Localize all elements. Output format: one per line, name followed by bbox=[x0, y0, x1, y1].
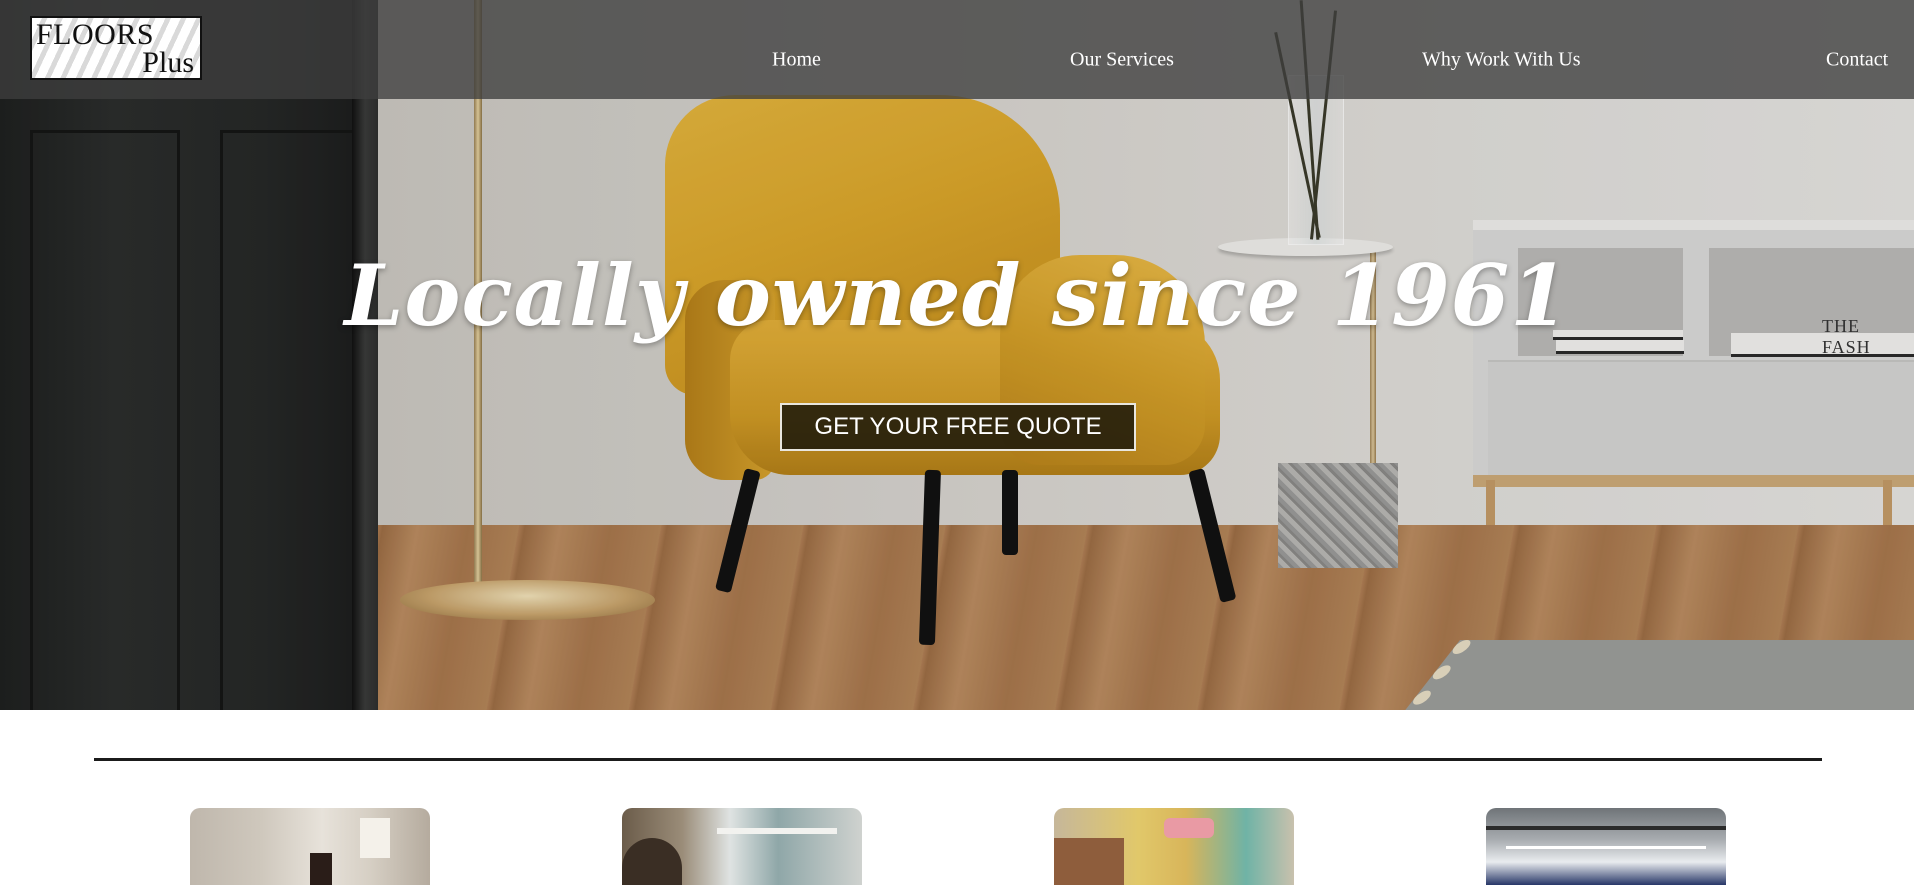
hero-section: THE FASH Locally owned since 1961 GET YO… bbox=[0, 0, 1914, 710]
nav-home[interactable]: Home bbox=[772, 49, 821, 72]
gallery-thumbnail[interactable] bbox=[190, 808, 430, 885]
section-divider bbox=[94, 758, 1822, 761]
gallery-thumbnail[interactable] bbox=[622, 808, 862, 885]
get-free-quote-button[interactable]: GET YOUR FREE QUOTE bbox=[780, 403, 1136, 451]
nav-our-services[interactable]: Our Services bbox=[1070, 49, 1174, 72]
gallery-thumbnail[interactable] bbox=[1054, 808, 1294, 885]
site-header: FLOORS Plus Home Our Services Why Work W… bbox=[0, 0, 1914, 99]
logo-text-line2: Plus bbox=[142, 46, 194, 79]
nav-contact[interactable]: Contact bbox=[1826, 49, 1888, 72]
hero-headline: Locally owned since 1961 bbox=[344, 246, 1570, 345]
nav-why-work-with-us[interactable]: Why Work With Us bbox=[1422, 49, 1581, 72]
floors-plus-logo[interactable]: FLOORS Plus bbox=[30, 16, 202, 80]
logo-text-line1: FLOORS bbox=[36, 18, 155, 51]
gallery-thumbnail[interactable] bbox=[1486, 808, 1726, 885]
